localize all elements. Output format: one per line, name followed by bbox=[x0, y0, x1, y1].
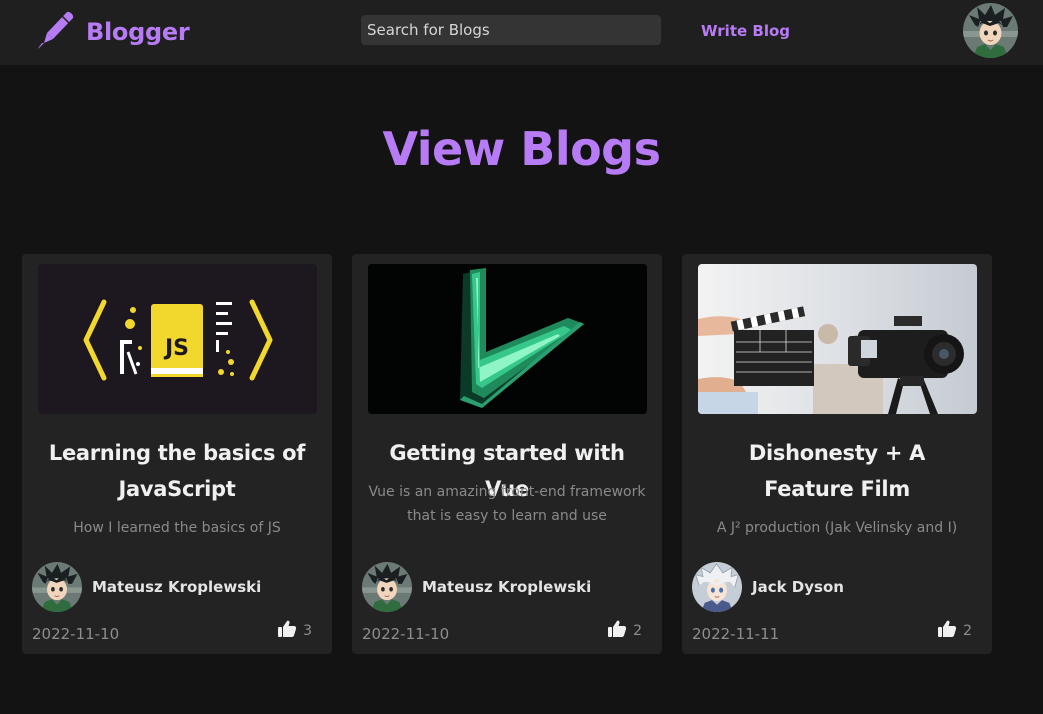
author[interactable]: Jack Dyson bbox=[692, 562, 844, 612]
javascript-book-icon: JS bbox=[38, 264, 317, 414]
author[interactable]: Mateusz Kroplewski bbox=[32, 562, 261, 612]
author-name[interactable]: Jack Dyson bbox=[752, 578, 844, 596]
navbar: Blogger Write Blog bbox=[0, 0, 1043, 65]
blog-date: 2022-11-10 bbox=[362, 625, 450, 643]
thumbs-up-icon bbox=[277, 620, 297, 642]
blog-date: 2022-11-10 bbox=[32, 625, 120, 643]
brand-logo-link[interactable]: Blogger bbox=[36, 10, 190, 54]
blog-title[interactable]: Learning the basics of JavaScript bbox=[42, 435, 312, 507]
pen-icon bbox=[36, 10, 76, 54]
blog-card[interactable]: Dishonesty + A Feature Film A J² product… bbox=[682, 254, 992, 654]
thumbs-up-icon bbox=[607, 620, 627, 642]
blog-card[interactable]: JS Learning the basics of JavaScript How… bbox=[22, 254, 332, 654]
author-name[interactable]: Mateusz Kroplewski bbox=[422, 578, 591, 596]
blog-title[interactable]: Dishonesty + A Feature Film bbox=[702, 435, 972, 507]
blog-description: Vue is an amazing front-end framework th… bbox=[368, 484, 646, 524]
search-input[interactable] bbox=[361, 15, 661, 45]
like-count: 2 bbox=[633, 623, 642, 639]
author-avatar[interactable] bbox=[362, 562, 412, 612]
blog-description: How I learned the basics of JS bbox=[73, 520, 281, 536]
like-button[interactable]: 2 bbox=[937, 620, 972, 642]
blog-description: A J² production (Jak Velinsky and I) bbox=[716, 520, 958, 536]
blog-date: 2022-11-11 bbox=[692, 625, 780, 643]
like-count: 2 bbox=[963, 623, 972, 639]
like-button[interactable]: 2 bbox=[607, 620, 642, 642]
author-name[interactable]: Mateusz Kroplewski bbox=[92, 578, 261, 596]
film-clapperboard-camera-photo bbox=[698, 264, 977, 414]
write-blog-link[interactable]: Write Blog bbox=[701, 22, 790, 40]
like-count: 3 bbox=[303, 623, 312, 639]
thumbs-up-icon bbox=[937, 620, 957, 642]
blog-card[interactable]: Getting started with Vue Vue is an amazi… bbox=[352, 254, 662, 654]
page-title: View Blogs bbox=[382, 122, 661, 176]
vue-logo-icon bbox=[368, 264, 647, 414]
author[interactable]: Mateusz Kroplewski bbox=[362, 562, 591, 612]
like-button[interactable]: 3 bbox=[277, 620, 312, 642]
user-avatar[interactable] bbox=[963, 3, 1018, 58]
brand-name: Blogger bbox=[86, 18, 190, 46]
author-avatar[interactable] bbox=[692, 562, 742, 612]
js-image-label: JS bbox=[163, 336, 189, 361]
author-avatar[interactable] bbox=[32, 562, 82, 612]
